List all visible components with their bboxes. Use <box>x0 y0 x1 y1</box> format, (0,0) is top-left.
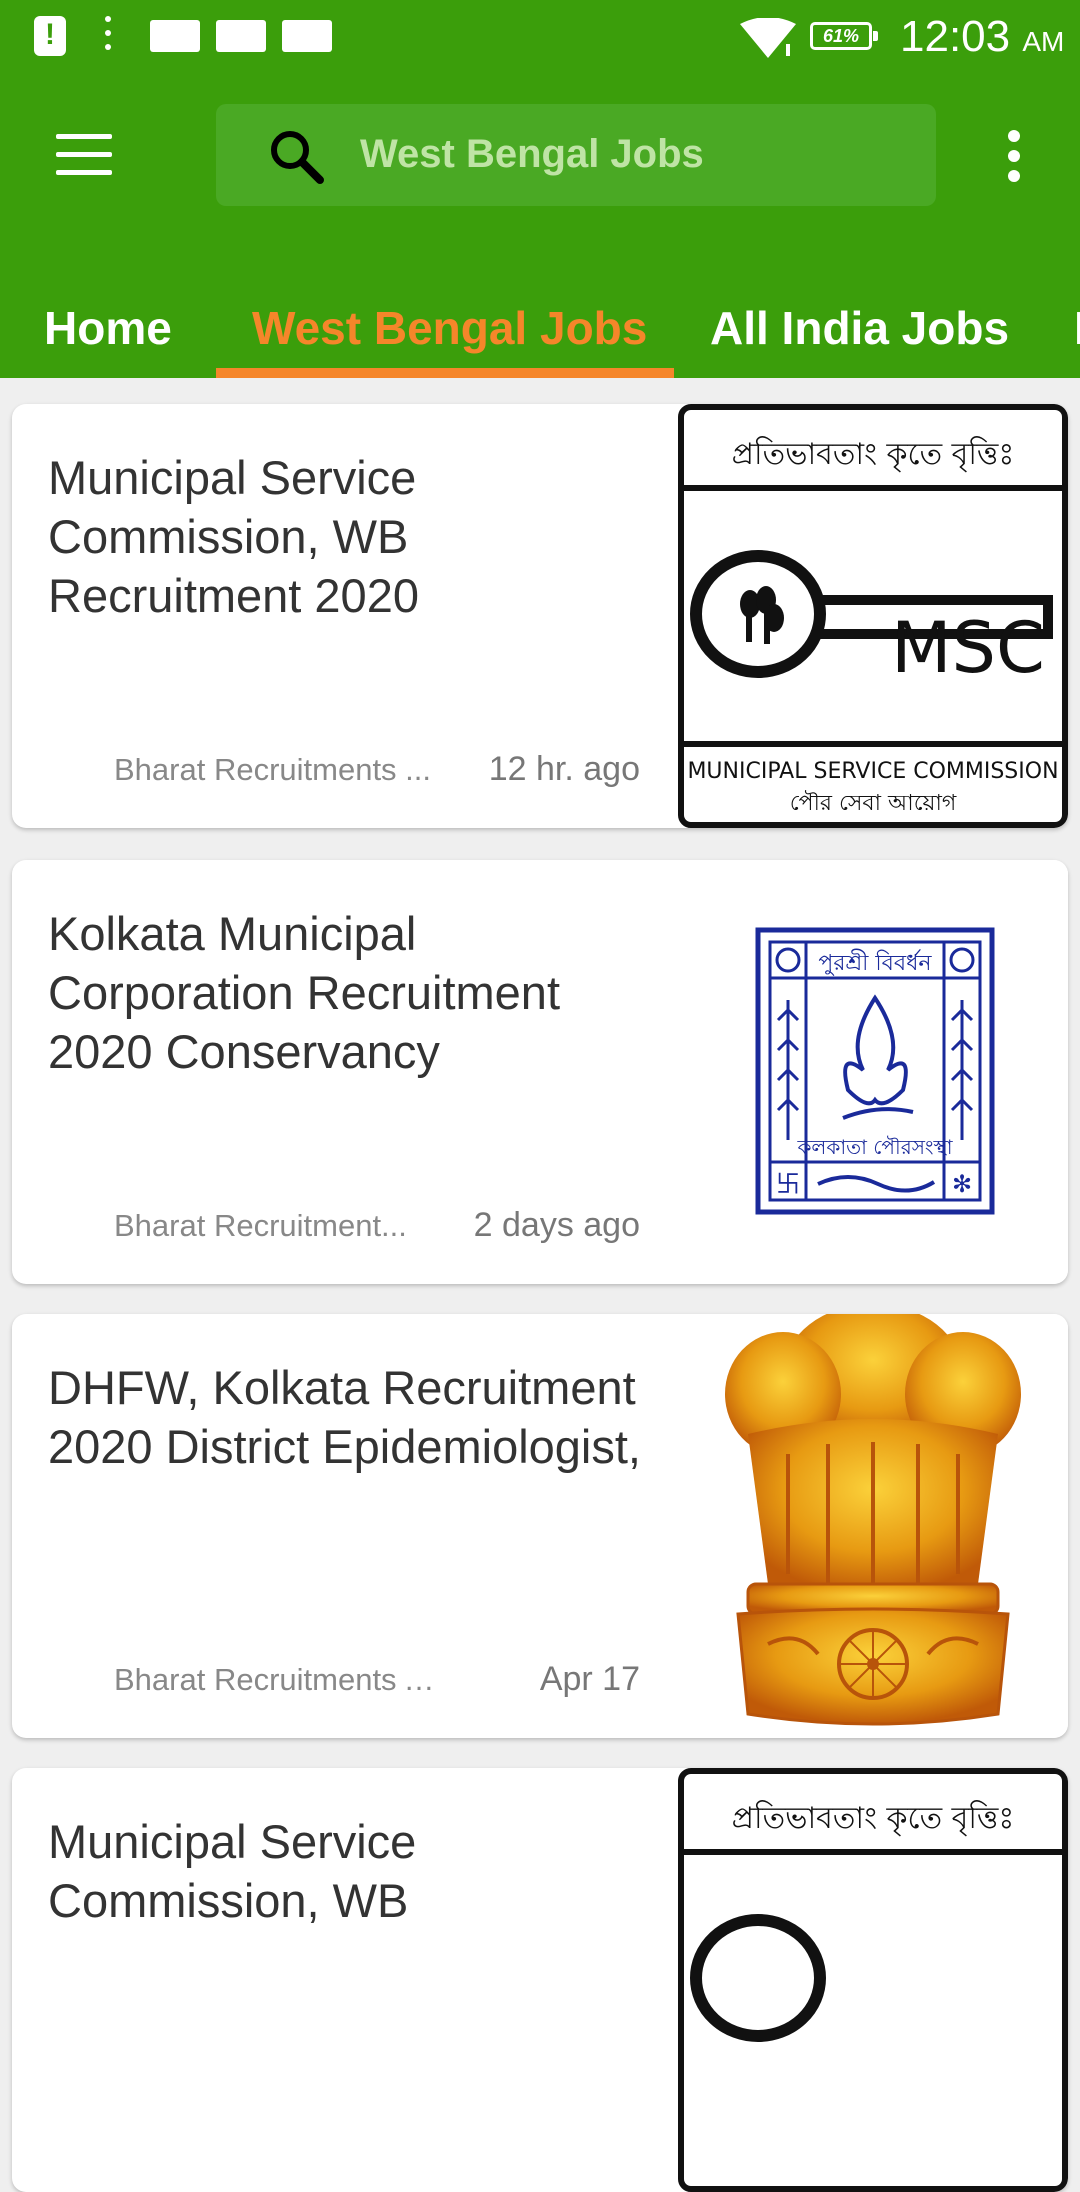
tab-bar: Home West Bengal Jobs All India Jobs I <box>0 284 1080 378</box>
svg-text:প্রতিভাবতাং কৃতে বৃত্তিঃ: প্রতিভাবতাং কৃতে বৃত্তিঃ <box>732 1800 1015 1837</box>
job-title: DHFW, Kolkata Recruitment 2020 District … <box>48 1361 641 1473</box>
ashoka-emblem-image <box>678 1314 1068 1738</box>
job-card[interactable]: DHFW, Kolkata Recruitment 2020 District … <box>12 1314 1068 1738</box>
job-time: Apr 17 <box>539 1660 640 1698</box>
app-bar: West Bengal Jobs Home West Bengal Jobs A… <box>0 72 1080 378</box>
svg-text:✻: ✻ <box>952 1170 972 1198</box>
msc-logo-image: প্রতিভাবতাং কৃতে বৃত্তিঃ <box>678 1768 1068 2192</box>
kmc-logo-image: পুরশ্রী বিবর্ধন কলকাতা পৌরসংস্থা 卐 ✻ <box>678 860 1068 1284</box>
search-bar[interactable]: West Bengal Jobs <box>216 104 936 206</box>
job-time: 12 hr. ago <box>488 750 640 788</box>
clock: 12:03 AM <box>900 12 1065 61</box>
job-title: Municipal Service Commission, WB Recruit… <box>48 451 419 622</box>
job-title: Municipal Service Commission, WB <box>48 1815 417 1927</box>
svg-text:MSC: MSC <box>891 607 1045 689</box>
job-source: Bharat Recruitments All I... <box>114 1662 454 1697</box>
tab-west-bengal-jobs[interactable]: West Bengal Jobs <box>252 284 647 378</box>
job-card[interactable]: Municipal Service Commission, WB প্রতিভা… <box>12 1768 1068 2192</box>
search-input[interactable]: West Bengal Jobs <box>360 132 704 177</box>
job-source: Bharat Recruitment... <box>114 1208 407 1243</box>
svg-text:কলকাতা পৌরসংস্থা: কলকাতা পৌরসংস্থা <box>796 1135 953 1159</box>
status-bar: 61% 12:03 AM <box>0 0 1080 72</box>
active-tab-indicator <box>216 368 674 378</box>
wifi-icon <box>740 18 796 58</box>
search-icon <box>271 131 324 184</box>
notification-icon <box>150 20 200 52</box>
notification-icon <box>282 20 332 52</box>
job-source: Bharat Recruitments ... <box>114 752 432 787</box>
msc-logo-image: প্রতিভাবতাং কৃতে বৃত্তিঃ MSC MUNICIPAL S… <box>678 404 1068 828</box>
job-card[interactable]: Municipal Service Commission, WB Recruit… <box>12 404 1068 828</box>
menu-icon[interactable] <box>56 134 112 175</box>
job-card[interactable]: Kolkata Municipal Corporation Recruitmen… <box>12 860 1068 1284</box>
svg-text:卐: 卐 <box>776 1170 800 1198</box>
svg-text:পুরশ্রী বিবর্ধন: পুরশ্রী বিবর্ধন <box>818 949 932 976</box>
battery-icon: 61% <box>810 22 878 50</box>
job-time: 2 days ago <box>473 1206 640 1244</box>
svg-text:MUNICIPAL SERVICE COMMISSION: MUNICIPAL SERVICE COMMISSION <box>687 759 1058 784</box>
tab-all-india-jobs[interactable]: All India Jobs <box>710 284 1009 378</box>
svg-text:প্রতিভাবতাং কৃতে বৃত্তিঃ: প্রতিভাবতাং কৃতে বৃত্তিঃ <box>732 436 1015 473</box>
tab-more[interactable]: I <box>1074 284 1080 378</box>
notification-icon <box>216 20 266 52</box>
alert-notification-icon <box>34 16 66 56</box>
more-notifications-icon <box>104 16 112 56</box>
job-title: Kolkata Municipal Corporation Recruitmen… <box>48 907 560 1078</box>
tab-home[interactable]: Home <box>44 284 172 378</box>
more-options-icon[interactable] <box>1004 130 1024 182</box>
svg-text:পৌর সেবা আয়োগ: পৌর সেবা আয়োগ <box>790 790 957 816</box>
